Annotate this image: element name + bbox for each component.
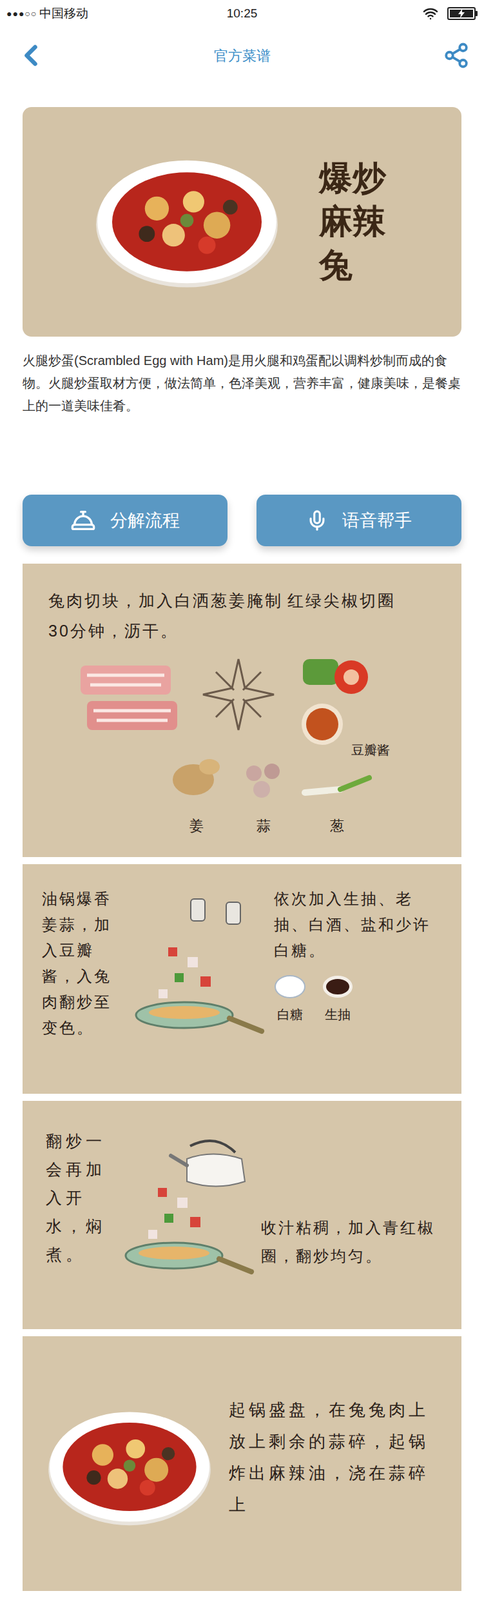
nav-bar: 官方菜谱 bbox=[0, 27, 484, 84]
step-card: 翻炒一会再加入开水，焖煮。 收汁粘稠，加入青红椒圈，翻炒均匀。 bbox=[22, 1100, 462, 1329]
step-text: 兔肉切块，加入白洒葱姜腌制30分钟，沥干。 bbox=[48, 585, 287, 646]
step-text: 油锅爆香姜蒜，加入豆瓣酱，入兔肉翻炒至变色。 bbox=[41, 885, 121, 1081]
nav-title: 官方菜谱 bbox=[213, 45, 271, 67]
microphone-icon bbox=[306, 509, 329, 532]
sugar-icon bbox=[273, 973, 307, 999]
chili-pepper-icon bbox=[299, 652, 371, 698]
step-text: 翻炒一会再加入开水，焖煮。 bbox=[45, 1125, 113, 1316]
garlic-icon bbox=[241, 756, 287, 802]
step-text: 红绿尖椒切圈 bbox=[287, 585, 436, 616]
soy-sauce-icon bbox=[321, 973, 354, 999]
signal-strength: ●●●○○ bbox=[6, 7, 37, 21]
dish-image bbox=[45, 1406, 214, 1526]
step-text: 依次加入生抽、老抽、白酒、盐和少许白糖。 bbox=[273, 885, 443, 963]
ingredient-label: 豆瓣酱 bbox=[351, 739, 390, 760]
wifi-icon bbox=[422, 5, 439, 22]
hero-card: 爆炒麻辣兔 bbox=[22, 106, 462, 337]
back-icon[interactable] bbox=[14, 38, 48, 73]
step-card: 兔肉切块，加入白洒葱姜腌制30分钟，沥干。红绿尖椒切圈豆瓣酱姜 蒜 葱 bbox=[22, 563, 462, 857]
step-text: 收汁粘稠，加入青红椒圈，翻炒均匀。 bbox=[261, 1212, 439, 1316]
status-bar: ●●●○○中国移动 10:25 bbox=[0, 0, 484, 28]
dish-image bbox=[93, 154, 281, 290]
ingredient-label: 葱 bbox=[329, 814, 345, 836]
clock: 10:25 bbox=[163, 4, 321, 24]
scallion-icon bbox=[301, 769, 373, 802]
kettle-pan-icon bbox=[119, 1125, 255, 1294]
step-text: 起锅盛盘，在兔兔肉上放上剩余的蒜碎，起锅炸出麻辣油，浇在蒜碎上 bbox=[228, 1393, 439, 1520]
ginger-icon bbox=[167, 750, 226, 802]
rabbit-meat-icon bbox=[74, 652, 184, 743]
share-icon[interactable] bbox=[442, 41, 470, 69]
step-card: 起锅盛盘，在兔兔肉上放上剩余的蒜碎，起锅炸出麻辣油，浇在蒜碎上 bbox=[22, 1335, 462, 1590]
step-card: 油锅爆香姜蒜，加入豆瓣酱，入兔肉翻炒至变色。 依次加入生抽、老抽、白酒、盐和少许白… bbox=[22, 863, 462, 1094]
cloche-icon bbox=[70, 507, 97, 533]
ingredient-label: 蒜 bbox=[256, 814, 271, 836]
battery-icon bbox=[447, 7, 478, 20]
carrier: 中国移动 bbox=[39, 4, 89, 24]
voice-button[interactable]: 语音帮手 bbox=[256, 494, 462, 546]
recipe-page: ●●●○○中国移动 10:25 官方菜谱爆炒麻辣兔火腿炒蛋(Scrambled Eg… bbox=[0, 0, 484, 1599]
frying-pan-icon bbox=[129, 885, 265, 1054]
charging-bolt-icon bbox=[457, 9, 466, 19]
star-anise-icon bbox=[196, 652, 281, 736]
bean-paste-icon bbox=[299, 701, 345, 747]
ingredient-label: 姜 bbox=[189, 814, 204, 836]
description: 火腿炒蛋(Scrambled Egg with Ham)是用火腿和鸡蛋配以调料炒… bbox=[0, 349, 484, 417]
recipe-title: 爆炒麻辣兔 bbox=[319, 156, 387, 288]
step-list: 兔肉切块，加入白洒葱姜腌制30分钟，沥干。红绿尖椒切圈豆瓣酱姜 蒜 葱油锅爆香姜蒜，… bbox=[0, 563, 484, 1590]
ingredient-label: 白糖 bbox=[277, 1004, 303, 1024]
ingredient-label: 生抽 bbox=[324, 1004, 351, 1024]
steps-button[interactable]: 分解流程 bbox=[22, 494, 228, 546]
action-buttons: 分解流程语音帮手 bbox=[0, 494, 484, 546]
